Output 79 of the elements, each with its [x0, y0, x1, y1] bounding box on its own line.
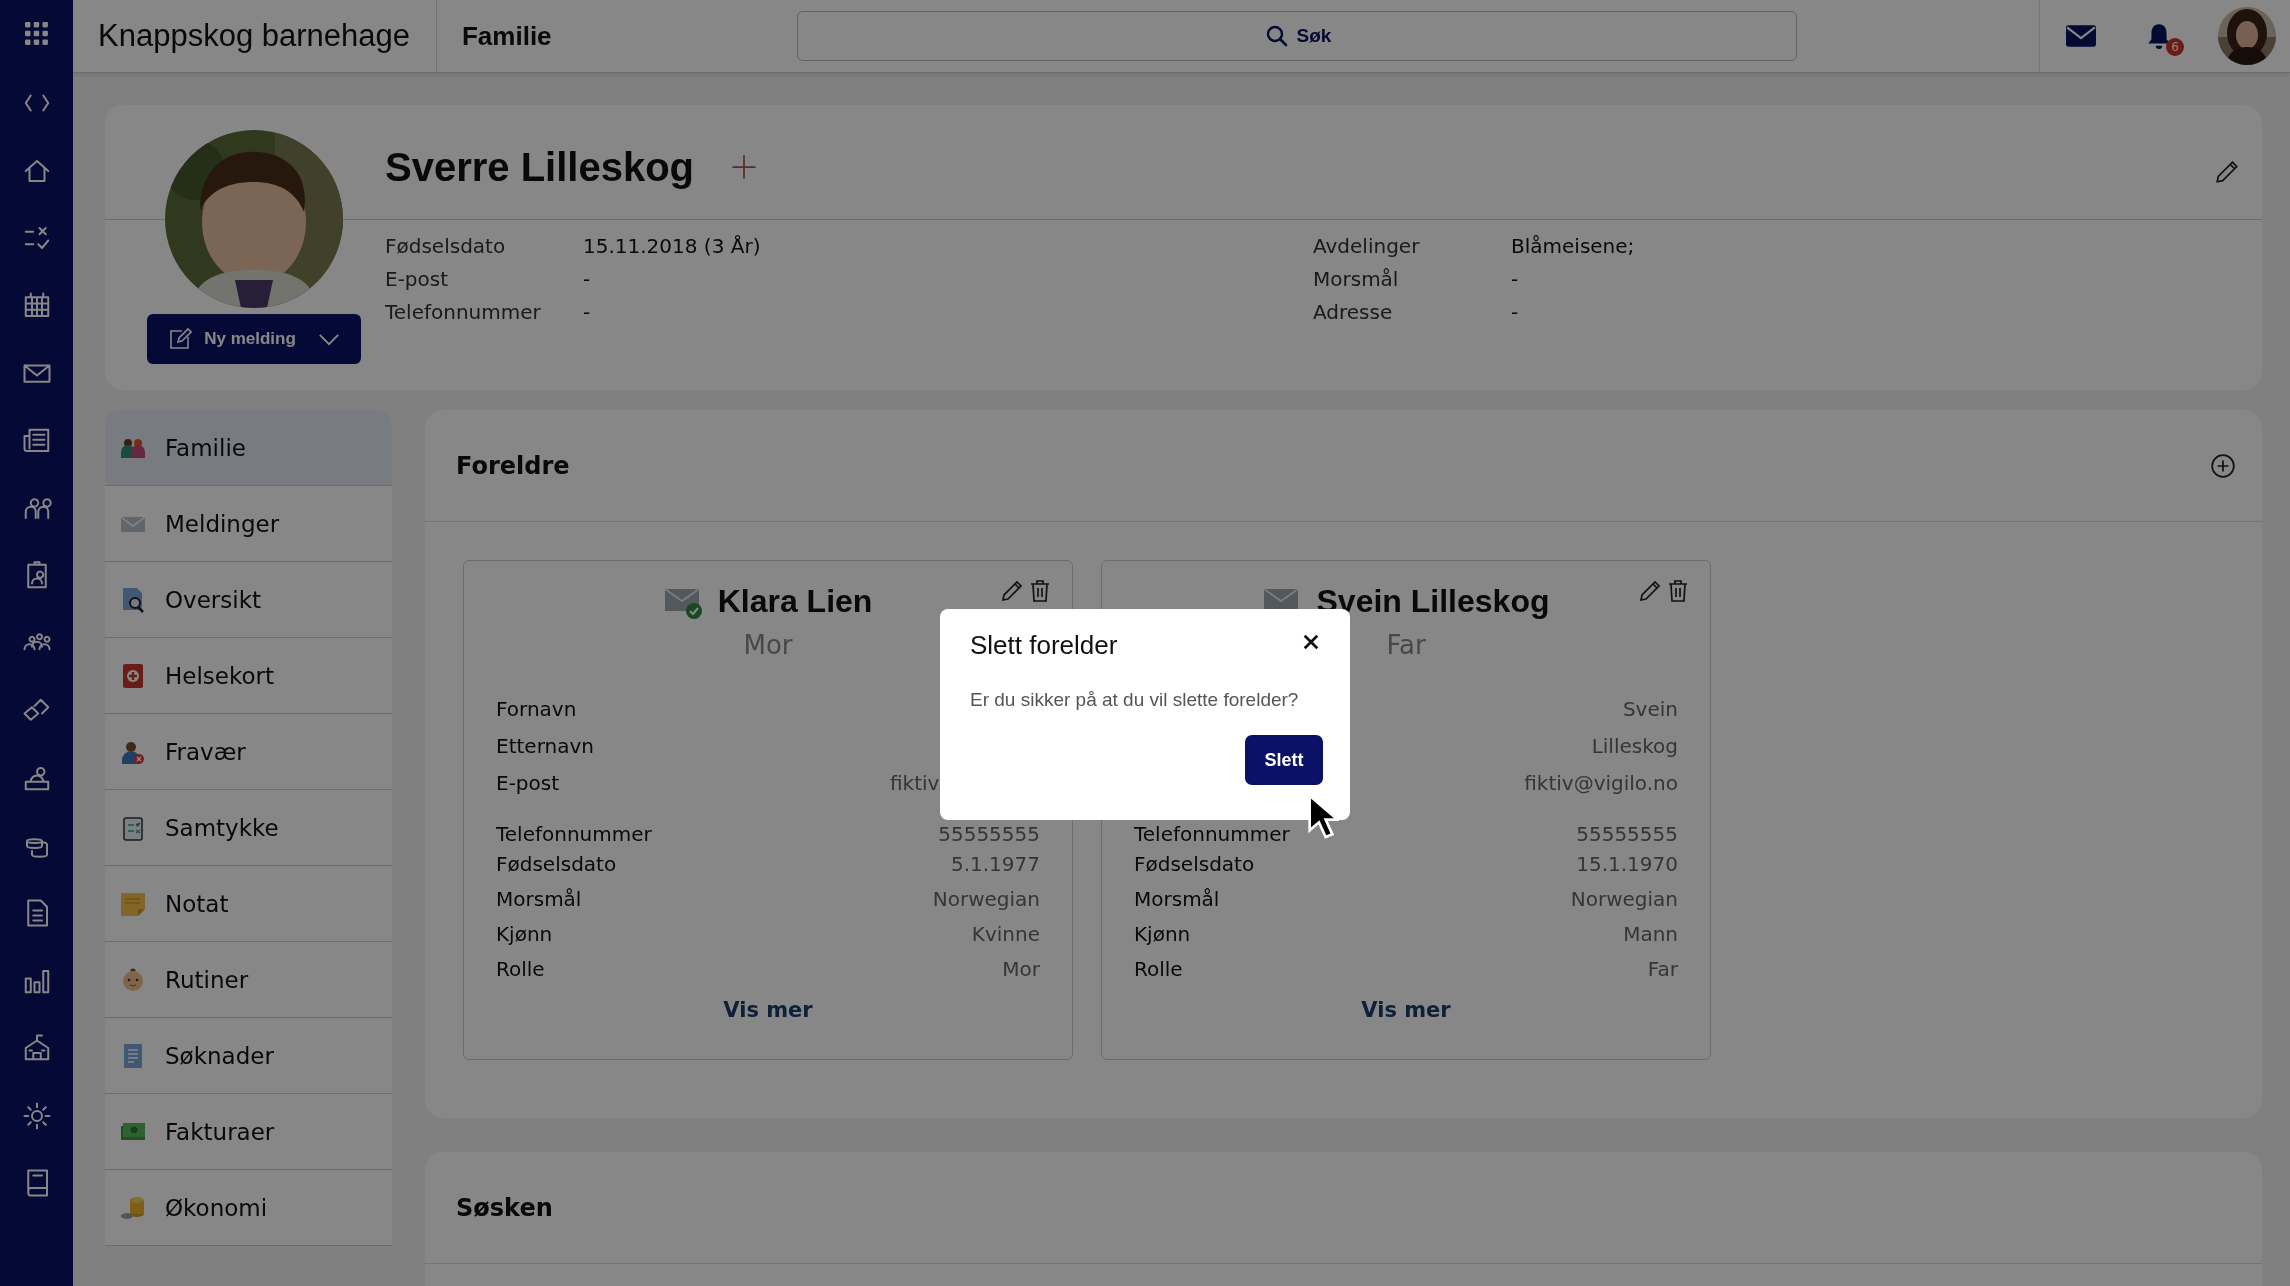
field-value: 15.1.1970 — [1576, 851, 1678, 876]
menu-item[interactable]: Meldinger — [105, 486, 392, 562]
menu-item[interactable]: Fakturaer — [105, 1094, 392, 1170]
field-value: Mor — [1002, 956, 1040, 981]
section-title: Familie — [461, 20, 553, 52]
field-value: Blåmeisene; — [1511, 233, 1635, 258]
menu-item[interactable]: Oversikt — [105, 562, 392, 638]
field-value: Kvinne — [971, 921, 1040, 946]
caret-icon — [317, 332, 340, 346]
edit-icon[interactable] — [2214, 159, 2240, 185]
parent-role: Mor — [743, 630, 793, 660]
field-value: Mann — [1623, 921, 1678, 946]
field-label: Rolle — [496, 956, 545, 981]
delete-button[interactable]: Slett — [1245, 735, 1323, 785]
trash-icon[interactable] — [1028, 579, 1052, 603]
mail-icon[interactable] — [2066, 25, 2096, 47]
compose-icon — [168, 327, 193, 351]
field-value: 5.1.1977 — [950, 851, 1040, 876]
search-icon — [1265, 24, 1289, 48]
menu-item[interactable]: Familie — [105, 410, 392, 486]
edit-icon[interactable] — [1638, 579, 1662, 603]
field-label: Fornavn — [496, 696, 577, 721]
field-label: Fødselsdato — [385, 233, 507, 258]
field-label: E-post — [496, 770, 560, 795]
dialog-message: Er du sikker på at du vil slette forelder? — [970, 689, 1300, 711]
field-label: Avdelinger — [1313, 233, 1421, 258]
menu-item[interactable]: Samtykke — [105, 790, 392, 866]
field-value: Norwegian — [1570, 886, 1678, 911]
child-name: Sverre Lilleskog — [385, 144, 695, 190]
field-value: Far — [1647, 956, 1678, 981]
apps-grid-icon[interactable] — [24, 22, 49, 46]
field-label: Telefonnummer — [385, 299, 542, 324]
app-title: Knappskog barnehage — [73, 0, 437, 72]
menu-item[interactable]: Helsekort — [105, 638, 392, 714]
field-label: Telefonnummer — [1134, 822, 1290, 846]
menu-item[interactable]: Søknader — [105, 1018, 392, 1094]
field-label: Etternavn — [496, 733, 594, 758]
dialog-title: Slett forelder — [970, 629, 1118, 661]
field-label: Kjønn — [1134, 921, 1191, 946]
field-value: fiktiv@vigilo.no — [1524, 770, 1678, 795]
field-value: Svein — [1622, 696, 1678, 721]
field-value: - — [583, 266, 591, 291]
field-value: Lilleskog — [1591, 733, 1678, 758]
field-label: E-post — [385, 266, 450, 291]
field-label: Adresse — [1313, 299, 1394, 324]
field-label: Rolle — [1134, 956, 1183, 981]
show-more-link[interactable]: Vis mer — [1361, 998, 1451, 1022]
panel-title: Søsken — [456, 1193, 553, 1222]
menu-item[interactable]: Rutiner — [105, 942, 392, 1018]
notification-badge: 6 — [2166, 38, 2184, 56]
field-value: - — [1511, 266, 1519, 291]
field-value: 55555555 — [1576, 822, 1678, 846]
field-label: Telefonnummer — [496, 822, 652, 846]
field-value: - — [583, 299, 591, 324]
add-circle-icon[interactable] — [2210, 452, 2236, 479]
field-label: Fødselsdato — [496, 851, 617, 876]
menu-item[interactable]: Fravær — [105, 714, 392, 790]
menu-item[interactable]: Notat — [105, 866, 392, 942]
add-icon[interactable] — [730, 153, 759, 181]
field-label: Morsmål — [1313, 266, 1400, 291]
field-label: Kjønn — [496, 921, 553, 946]
parent-name: Klara Lien — [717, 583, 873, 620]
field-value: - — [1511, 299, 1519, 324]
field-value: fiktiv — [890, 770, 941, 795]
show-more-link[interactable]: Vis mer — [723, 998, 813, 1022]
field-label: Fødselsdato — [1134, 851, 1255, 876]
field-value: 55555555 — [938, 822, 1040, 846]
trash-icon[interactable] — [1666, 579, 1690, 603]
menu-item[interactable]: Økonomi — [105, 1170, 392, 1246]
parent-role: Far — [1386, 630, 1426, 660]
field-value: Norwegian — [932, 886, 1040, 911]
field-label: Morsmål — [1134, 886, 1220, 911]
edit-icon[interactable] — [1000, 579, 1024, 603]
search-field[interactable]: Søk — [797, 11, 1797, 61]
panel-title: Foreldre — [456, 451, 570, 480]
field-value: 15.11.2018 (3 År) — [583, 233, 761, 258]
field-label: Morsmål — [496, 886, 582, 911]
new-message-button[interactable]: Ny melding — [147, 314, 361, 364]
close-icon[interactable] — [1302, 633, 1320, 651]
